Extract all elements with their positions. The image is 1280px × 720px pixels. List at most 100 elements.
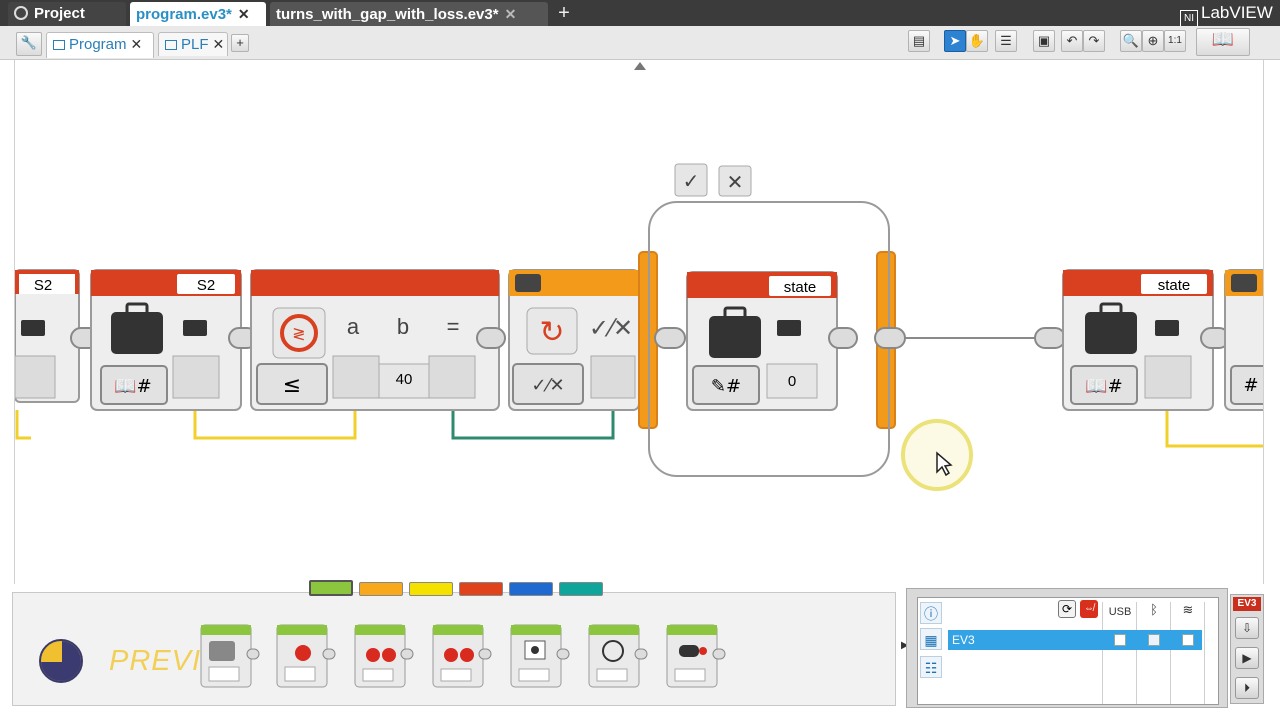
variable-read-block[interactable]: S2 📖# [90, 269, 242, 411]
program-diagram[interactable]: S2 S2 📖# ≷ a b = ≤ 40 ↻ ✓⁄✕ ✓⁄✕ ✓ ✕ stat… [15, 60, 1264, 584]
zoom-in-icon[interactable]: ⊕ [1142, 30, 1164, 52]
variable-name: state [784, 279, 817, 296]
brick-info-icon[interactable]: ⓘ [920, 602, 942, 624]
tab-label: turns_with_gap_with_loss.ev3* [276, 6, 499, 23]
wifi-icon: ≋ [1182, 602, 1194, 617]
bluetooth-checkbox[interactable] [1148, 634, 1160, 646]
briefcase-icon [111, 312, 163, 354]
add-tab-icon[interactable]: + [552, 2, 576, 24]
bluetooth-icon: ᛒ [1150, 602, 1158, 617]
myblock-icon [165, 40, 177, 50]
switch-block[interactable]: ↻ ✓⁄✕ ✓⁄✕ [508, 269, 640, 411]
brick-name: EV3 [952, 633, 975, 647]
sequence-connector [874, 327, 906, 349]
tab-program-ev3[interactable]: program.ev3* ✕ [130, 2, 266, 26]
sequence-connector [654, 327, 686, 349]
available-bricks-panel: ⓘ ▦ ☷ ⟳ ⇎ USB ᛒ ≋ EV3 [917, 597, 1219, 705]
close-icon[interactable]: ✕ [505, 6, 517, 22]
download-icon[interactable]: ⇩ [1235, 617, 1259, 639]
sequence-connector [476, 327, 506, 349]
usb-checkbox[interactable] [1114, 634, 1126, 646]
switch-block-partial[interactable]: # [1224, 269, 1264, 411]
port-view-icon[interactable]: ▦ [920, 628, 942, 650]
lobby-book-icon[interactable]: 📖 [1196, 28, 1250, 56]
brick-control-panel: EV3 ⇩ ▶ ⏵ [1230, 594, 1264, 704]
content-editor-icon[interactable]: ▤ [908, 30, 930, 52]
input-a-label: a [347, 314, 360, 339]
tab-label: Project [34, 5, 85, 22]
true-case-tab[interactable]: ✓ [674, 163, 708, 197]
add-tab-icon[interactable]: + [231, 34, 249, 52]
disconnect-icon[interactable]: ⇎ [1080, 600, 1098, 618]
programming-canvas[interactable]: S2 S2 📖# ≷ a b = ≤ 40 ↻ ✓⁄✕ ✓⁄✕ ✓ ✕ stat… [14, 60, 1264, 584]
scroll-up-icon[interactable] [634, 62, 646, 70]
write-numeric-icon: ✎# [711, 376, 741, 397]
switch-view-icon[interactable] [515, 274, 541, 292]
brick-row-ev3[interactable]: EV3 [948, 630, 1202, 650]
svg-text:#: # [1243, 375, 1258, 396]
less-equal-icon: ≤ [283, 373, 301, 398]
move-tank-block[interactable] [432, 624, 492, 688]
wifi-checkbox[interactable] [1182, 634, 1194, 646]
zoom-reset-icon[interactable]: 1:1 [1164, 30, 1186, 52]
cross-icon: ✕ [727, 170, 744, 194]
programming-palette: PREVIEW [12, 580, 896, 706]
move-steering-block[interactable] [354, 624, 414, 688]
variable-name: state [1158, 277, 1191, 294]
tab-label: program.ev3* [136, 6, 232, 23]
save-icon[interactable]: ▣ [1033, 30, 1055, 52]
briefcase-icon [709, 316, 761, 358]
brick-status-light-block[interactable] [666, 624, 726, 688]
download-and-run-icon[interactable]: ▶ [1235, 647, 1259, 669]
value-b-text: 40 [396, 371, 413, 388]
large-motor-block[interactable] [276, 624, 336, 688]
column-divider [1170, 602, 1171, 704]
sequence-connector [828, 327, 858, 349]
ev3-label: EV3 [1233, 597, 1261, 611]
read-numeric-icon: 📖# [1085, 376, 1123, 397]
redo-icon[interactable]: ↷ [1083, 30, 1105, 52]
port-label: S2 [34, 277, 52, 294]
refresh-icon[interactable]: ⟳ [1058, 600, 1076, 618]
svg-text:≷: ≷ [292, 324, 305, 343]
run-selected-icon[interactable]: ⏵ [1235, 677, 1259, 699]
brand-name: LabVIEW [1201, 3, 1273, 22]
close-icon[interactable]: ✕ [238, 6, 250, 22]
comment-icon[interactable]: ☰ [995, 30, 1017, 52]
variable-read-block-2[interactable]: state 📖# [1062, 269, 1214, 411]
variable-write-block[interactable]: state ✎# 0 [686, 271, 838, 411]
tab-project[interactable]: Project [8, 2, 126, 26]
available-bricks-icon[interactable]: ☷ [920, 656, 942, 678]
close-icon[interactable]: ✕ [131, 36, 143, 52]
variable-block-partial[interactable]: S2 [15, 269, 80, 403]
wrench-icon[interactable]: 🔧 [16, 32, 42, 56]
result-label: = [447, 314, 460, 339]
medium-motor-block[interactable] [200, 624, 260, 688]
true-false-icon: ✓⁄✕ [589, 314, 633, 342]
compare-block[interactable]: ≷ a b = ≤ 40 [250, 269, 500, 411]
program-icon [53, 40, 65, 50]
sequence-connector [1034, 327, 1066, 349]
tab-turns-with-gap[interactable]: turns_with_gap_with_loss.ev3* ✕ [270, 2, 548, 26]
project-tab-bar: Project program.ev3* ✕ turns_with_gap_wit… [0, 0, 1280, 28]
checkmark-icon: ✓ [683, 169, 700, 193]
zoom-out-icon[interactable]: 🔍 [1120, 30, 1142, 52]
briefcase-output-icon [1155, 320, 1179, 336]
pan-hand-icon[interactable]: ✋ [966, 30, 988, 52]
data-wire [15, 410, 31, 440]
undo-icon[interactable]: ↶ [1061, 30, 1083, 52]
select-pointer-icon[interactable]: ➤ [944, 30, 966, 52]
tab-plf[interactable]: PLF ✕ [158, 32, 228, 56]
briefcase-output-icon [777, 320, 801, 336]
tab-program[interactable]: Program ✕ [46, 32, 154, 58]
project-gear-icon [14, 6, 28, 20]
false-case-tab[interactable]: ✕ [718, 165, 752, 197]
column-divider [1136, 602, 1137, 704]
sound-block[interactable] [588, 624, 648, 688]
hardware-page: ⓘ ▦ ☷ ⟳ ⇎ USB ᛒ ≋ EV3 [906, 588, 1228, 708]
close-icon[interactable]: ✕ [213, 36, 225, 52]
labview-logo: NI LabVIEW [1180, 2, 1276, 28]
tab-label: Program [69, 36, 127, 53]
briefcase-icon [1085, 312, 1137, 354]
display-block[interactable] [510, 624, 570, 688]
